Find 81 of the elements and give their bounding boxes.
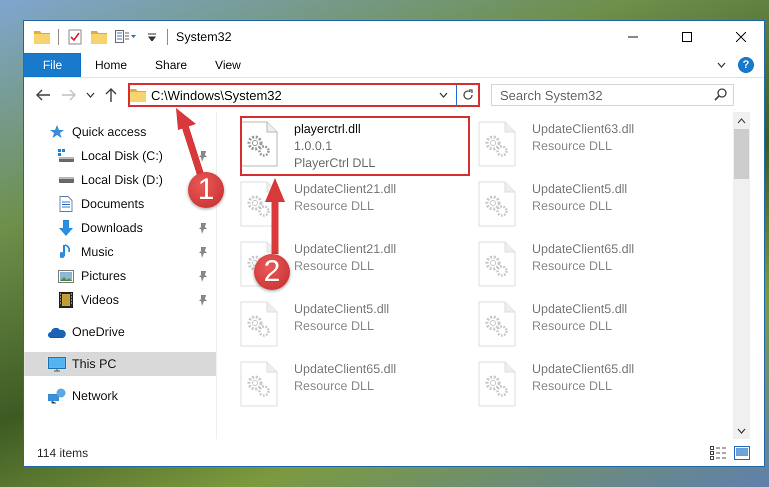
nav-item[interactable]: Local Disk (C:) (24, 144, 216, 168)
monitor-icon (48, 356, 66, 372)
ribbon-tab[interactable]: View (201, 53, 255, 77)
file-description: Resource DLL (294, 318, 375, 335)
file-description: Resource DLL (532, 258, 613, 275)
picture-icon (58, 270, 74, 282)
nav-item[interactable]: OneDrive (24, 320, 133, 344)
close-icon (736, 32, 746, 42)
dropdown-icon (148, 33, 156, 41)
nav-item[interactable]: Videos (24, 288, 216, 312)
refresh-icon (462, 89, 474, 101)
file-description: PlayerCtrl DLL (294, 155, 376, 172)
caret-icon (439, 92, 448, 98)
gear-file-icon (478, 241, 516, 287)
file-description: Resource DLL (294, 258, 375, 275)
file-name: playerctrl.dll (294, 121, 362, 138)
down-arrow-icon (58, 220, 74, 236)
gear-file-icon (240, 121, 278, 167)
chevron-down-icon (737, 428, 746, 434)
caret-icon (86, 92, 94, 98)
nav-item[interactable]: Documents (24, 192, 152, 216)
document-icon (59, 196, 73, 212)
file-name: UpdateClient21.dll (294, 181, 396, 198)
file-name: UpdateClient65.dll (532, 241, 634, 258)
item-count: 114 items (37, 446, 90, 460)
file-description: Resource DLL (532, 198, 613, 215)
file-description: Resource DLL (532, 318, 613, 335)
file-menu-button[interactable]: File (24, 53, 81, 77)
maximize-icon (682, 32, 692, 42)
properties-icon[interactable] (115, 30, 137, 44)
folder-icon (130, 88, 146, 102)
search-icon (714, 88, 727, 101)
ribbon-tab[interactable]: Home (81, 53, 142, 77)
drive-icon (58, 176, 74, 184)
gear-file-icon (478, 121, 516, 167)
back-arrow-icon (36, 89, 50, 101)
drive-icon (58, 149, 74, 163)
nav-item[interactable]: Pictures (24, 264, 216, 288)
file-name: UpdateClient5.dll (532, 181, 628, 198)
help-button[interactable]: ? (738, 57, 754, 73)
file-version: 1.0.0.1 (294, 138, 334, 155)
file-name: UpdateClient21.dll (294, 241, 396, 258)
file-name: UpdateClient5.dll (532, 301, 628, 318)
chevron-up-icon (737, 118, 746, 124)
window-title: System32 (176, 30, 233, 44)
details-view-icon (710, 446, 726, 460)
music-note-icon (60, 244, 72, 260)
gear-file-icon (478, 361, 516, 407)
nav-item[interactable]: Network (24, 384, 126, 408)
gear-file-icon (240, 361, 278, 407)
film-strip-icon (59, 292, 73, 308)
file-name: UpdateClient65.dll (294, 361, 396, 378)
cloud-icon (48, 326, 66, 338)
file-description: Resource DLL (294, 378, 375, 395)
checklist-icon[interactable] (67, 29, 83, 45)
file-name: UpdateClient65.dll (532, 361, 634, 378)
nav-item[interactable]: Music (24, 240, 216, 264)
nav-item[interactable]: Downloads (24, 216, 216, 240)
file-name: UpdateClient63.dll (532, 121, 634, 138)
gear-file-icon (478, 301, 516, 347)
address-path: C:\Windows\System32 (150, 86, 283, 105)
up-arrow-icon (105, 88, 117, 102)
file-description: Resource DLL (294, 198, 375, 215)
nav-item[interactable]: This PC (24, 352, 216, 376)
large-icons-view-icon (734, 446, 750, 460)
search-field[interactable]: Search System32 (491, 84, 734, 106)
address-bar[interactable]: C:\Windows\System32 (128, 83, 480, 107)
file-description: Resource DLL (532, 138, 613, 155)
file-description: Resource DLL (532, 378, 613, 395)
ribbon-tab[interactable]: Share (141, 53, 202, 77)
gear-file-icon (478, 181, 516, 227)
forward-arrow-icon (62, 89, 76, 101)
network-icon (48, 388, 66, 404)
scrollbar-thumb[interactable] (734, 129, 749, 179)
star-icon (49, 124, 65, 140)
nav-item[interactable]: Local Disk (D:) (24, 168, 171, 192)
nav-item[interactable]: Quick access (24, 120, 154, 144)
gear-file-icon (240, 301, 278, 347)
file-name: UpdateClient5.dll (294, 301, 390, 318)
scrollbar[interactable] (733, 112, 750, 439)
chevron-icon (716, 62, 726, 68)
